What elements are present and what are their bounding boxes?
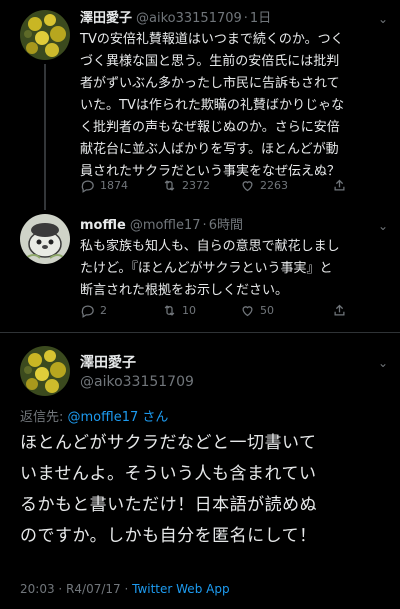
retweet-button[interactable]: 2372 [162, 178, 210, 193]
tweet-header: 澤田愛子 @aiko33151709 · 1日 [80, 10, 271, 28]
thread-line [44, 64, 46, 210]
source-app[interactable]: Twitter Web App [132, 582, 229, 596]
text-line: づく異様な国と思う。生前の安倍氏には批判 [80, 54, 340, 69]
share-button[interactable] [332, 178, 347, 193]
reply-count: 2 [100, 304, 107, 317]
share-button[interactable] [332, 303, 347, 318]
text-line: たけど。『ほとんどがサクラという事実』と [80, 261, 333, 276]
text-line: のですか。しかも自分を匿名にして！ [20, 526, 317, 546]
text-line: く批判者の声もなぜ報じぬのか。さらに安倍 [80, 120, 340, 135]
timestamp[interactable]: 1日 [250, 11, 271, 26]
mention-link[interactable]: @moffle17 [68, 410, 139, 425]
user-handle[interactable]: @aiko33151709 [136, 11, 242, 26]
caret-down-icon[interactable]: ⌄ [378, 356, 388, 370]
like-button[interactable]: 50 [240, 303, 274, 318]
tweet-text: ほとんどがサクラだなどと一切書いて いませんよ。そういう人も含まれてい るかもと… [20, 428, 390, 552]
tweet-text: 私も家族も知人も、自らの意思で献花しまし たけど。『ほとんどがサクラという事実』… [80, 236, 380, 302]
post-time: 20:03 [20, 582, 55, 596]
text-line: 者がずいぶん多かったし市民に告訴もされて [80, 76, 340, 91]
like-icon [242, 306, 253, 317]
like-icon [242, 181, 253, 192]
text-line: 断言された根拠をお示しください。 [80, 283, 289, 298]
share-icon [334, 179, 345, 191]
reply-count: 1874 [100, 179, 128, 192]
avatar-moffle[interactable] [20, 214, 70, 264]
tweet-meta: 20:03 · R4/07/17 · Twitter Web App [20, 582, 230, 596]
retweet-count: 10 [182, 304, 196, 317]
tweet-2[interactable]: moffle @moffle17 · 6時間 ⌄ 私も家族も知人も、自らの意思で献花し… [0, 200, 400, 330]
like-count: 2263 [260, 179, 288, 192]
action-bar: 1874 2372 2263 [80, 178, 380, 198]
reply-icon [81, 180, 94, 193]
share-icon [334, 304, 345, 316]
separator-dot: · [243, 11, 248, 26]
reply-button[interactable]: 1874 [80, 178, 128, 193]
user-handle[interactable]: @aiko33151709 [80, 374, 194, 390]
caret-down-icon[interactable]: ⌄ [378, 219, 388, 233]
replying-suffix: さん [138, 410, 169, 425]
text-line: TVの安倍礼賛報道はいつまで続くのか。つく [80, 32, 344, 47]
replying-to: 返信先: @moffle17 さん [20, 406, 168, 425]
text-line: いませんよ。そういう人も含まれてい [20, 464, 317, 484]
retweet-button[interactable]: 10 [162, 303, 196, 318]
user-handle[interactable]: @moffle17 [130, 218, 201, 233]
tweet-header: moffle @moffle17 · 6時間 [80, 217, 243, 235]
display-name[interactable]: 澤田愛子 [80, 11, 132, 26]
text-line: ほとんどがサクラだなどと一切書いて [20, 433, 317, 453]
avatar-aiko[interactable] [20, 346, 70, 396]
like-button[interactable]: 2263 [240, 178, 288, 193]
text-line: 私も家族も知人も、自らの意思で献花しまし [80, 239, 340, 254]
tweet-text: TVの安倍礼賛報道はいつまで続くのか。つく づく異様な国と思う。生前の安倍氏には… [80, 29, 380, 183]
retweet-count: 2372 [182, 179, 210, 192]
text-line: 献花台に並ぶ人ばかりを写す。ほとんどが動 [80, 142, 339, 157]
post-date: R4/07/17 [66, 582, 121, 596]
retweet-icon [164, 180, 175, 191]
display-name[interactable]: moffle [80, 218, 126, 233]
reply-icon [81, 305, 94, 318]
reply-button[interactable]: 2 [80, 303, 107, 318]
text-line: るかもと書いただけ！日本語が読めぬ [20, 495, 318, 515]
replying-prefix: 返信先: [20, 410, 68, 425]
retweet-icon [164, 305, 175, 316]
action-bar: 2 10 50 [80, 303, 380, 323]
avatar-aiko[interactable] [20, 10, 70, 60]
tweet-1[interactable]: 澤田愛子 @aiko33151709 · 1日 ⌄ TVの安倍礼賛報道はいつまで続くの… [0, 0, 400, 210]
separator-dot: · [202, 218, 207, 233]
caret-down-icon[interactable]: ⌄ [378, 12, 388, 26]
timestamp[interactable]: 6時間 [209, 218, 243, 233]
text-line: いた。TVは作られた欺瞞の礼賛ばかりじゃな [80, 98, 345, 113]
main-tweet: 澤田愛子 @aiko33151709 ⌄ 返信先: @moffle17 さん ほ… [0, 332, 400, 609]
display-name[interactable]: 澤田愛子 [80, 352, 136, 372]
like-count: 50 [260, 304, 274, 317]
